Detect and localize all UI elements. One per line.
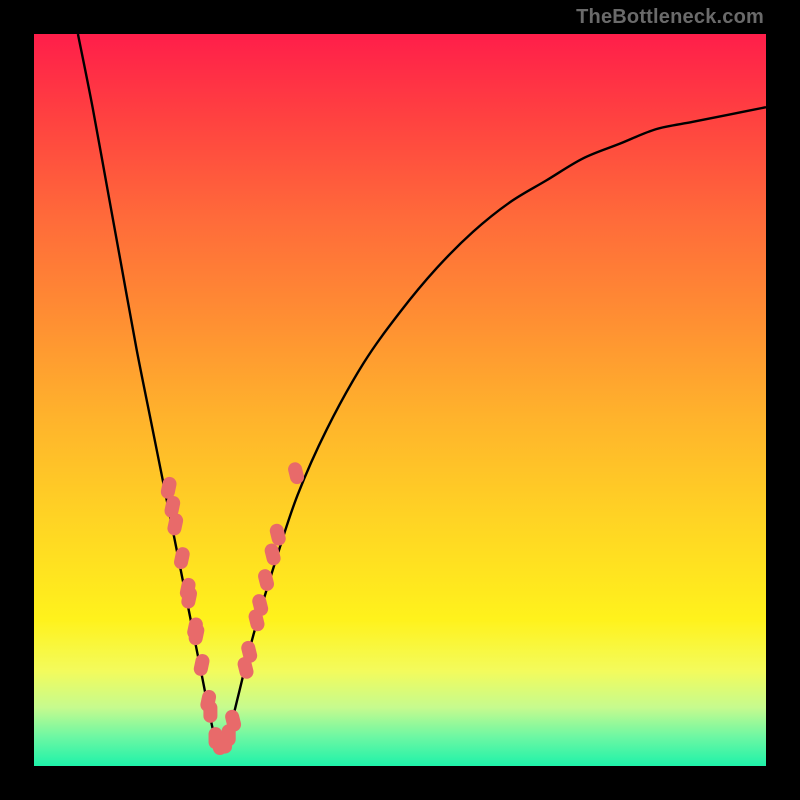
marker [203,701,217,723]
curve-svg [34,34,766,766]
bottleneck-curve [78,34,766,747]
plot-area [34,34,766,766]
marker [192,653,210,677]
watermark-text: TheBottleneck.com [576,6,764,29]
highlighted-points [160,461,306,755]
chart-stage: TheBottleneck.com [0,0,800,800]
marker [268,522,287,547]
